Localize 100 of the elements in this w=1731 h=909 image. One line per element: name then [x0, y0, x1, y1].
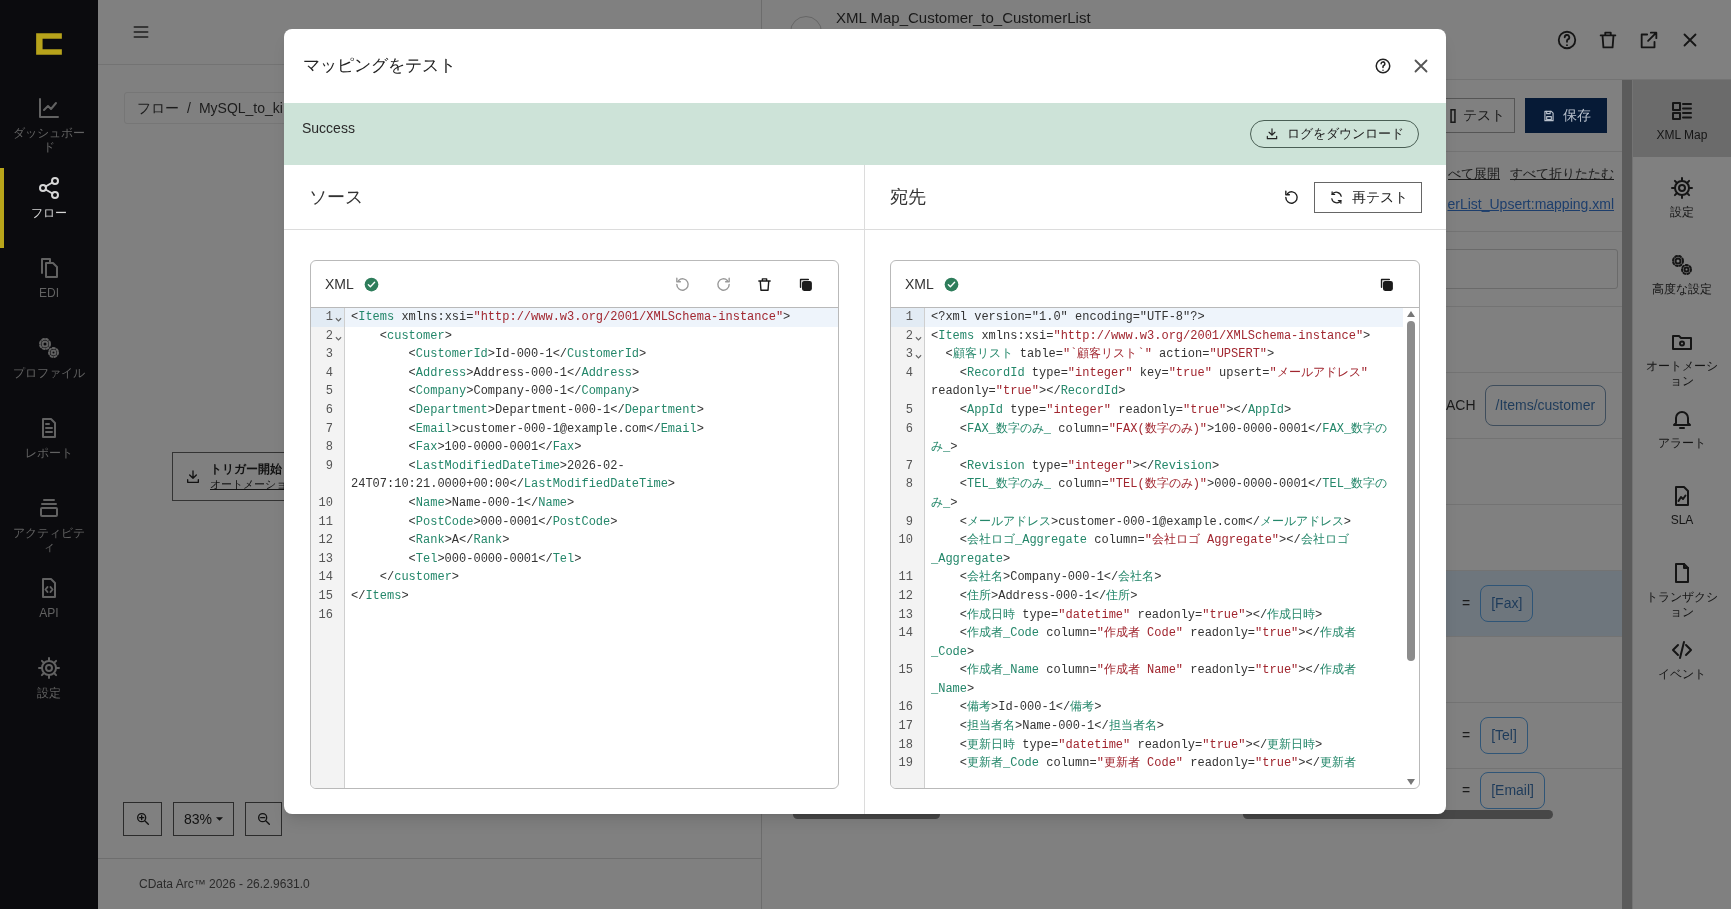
- undo-icon[interactable]: [674, 275, 691, 293]
- line-number: 4: [904, 364, 913, 382]
- panel-title: XML Map_Customer_to_CustomerList: [836, 8, 1091, 28]
- code-line: <CustomerId>Id-000-1</CustomerId>: [407, 346, 648, 364]
- retest-button[interactable]: 再テスト: [1314, 181, 1422, 213]
- zoom-out-button[interactable]: [245, 802, 282, 836]
- code-line: <Rank>A</Rank>: [407, 532, 511, 550]
- sidebar-item[interactable]: アクティビティ: [0, 488, 98, 568]
- value-chip[interactable]: [Fax]: [1480, 585, 1534, 622]
- version-text: CData Arc™ 2026 - 26.2.9631.0: [139, 876, 310, 893]
- chevron-down-icon[interactable]: [335, 317, 342, 323]
- sidebar-item[interactable]: EDI: [0, 248, 98, 328]
- path-chip[interactable]: /Items/customer: [1484, 385, 1607, 426]
- chevron-down-icon[interactable]: [915, 335, 922, 342]
- value-chip[interactable]: [Tel]: [1480, 717, 1528, 754]
- help-icon[interactable]: [1374, 57, 1392, 75]
- code-line: <LastModifiedDateTime>2026-02-24T07:10:21.0000+00:00</LastModifiedDateTime>: [350, 457, 677, 494]
- scrollbar-thumb[interactable]: [1407, 321, 1415, 661]
- sidebar-item[interactable]: ダッシュボード: [0, 88, 98, 168]
- breadcrumb-item: /: [187, 98, 191, 118]
- line-number: 18: [897, 736, 913, 754]
- text-link[interactable]: すべて折りたたむ: [1510, 164, 1614, 184]
- code-line: <Address>Address-000-1</Address>: [407, 364, 641, 382]
- save-icon: [1541, 108, 1556, 123]
- chevron-down-icon[interactable]: [335, 335, 342, 342]
- grid-list-icon: [1670, 99, 1694, 123]
- line-number: 14: [897, 625, 913, 643]
- scroll-down-icon[interactable]: [1407, 779, 1415, 785]
- zoom-in-icon: [134, 811, 151, 827]
- section-title: 宛先: [890, 185, 926, 209]
- sidebar-item[interactable]: 設定: [0, 648, 98, 728]
- settings-icon: [1670, 176, 1694, 200]
- code-icon: [1670, 638, 1694, 662]
- code-line: <会社名>Company-000-1</会社名>: [958, 569, 1163, 587]
- scroll-up-icon[interactable]: [1407, 311, 1415, 317]
- line-number: 13: [897, 606, 913, 624]
- code-line: <作成日時 type="datetime" readonly="true"></作成日時>: [958, 606, 1324, 624]
- chevron-down-icon[interactable]: [915, 354, 922, 361]
- code-line: <備考>Id-000-1</備考>: [958, 699, 1103, 717]
- redo-icon[interactable]: [715, 275, 732, 293]
- line-number: 13: [317, 550, 333, 568]
- line-number: 12: [317, 532, 333, 550]
- code-line: <PostCode>000-0001</PostCode>: [407, 513, 619, 531]
- line-number: 11: [897, 569, 913, 587]
- panel-nav-item[interactable]: XML Map: [1633, 80, 1731, 157]
- text-link[interactable]: べて展開: [1448, 164, 1500, 184]
- line-number: 1: [904, 309, 913, 326]
- value-chip[interactable]: [Email]: [1480, 772, 1545, 809]
- code-line: <Tel>000-0000-0001</Tel>: [407, 550, 583, 568]
- operator-text: =: [1462, 781, 1471, 800]
- line-number: 1: [324, 309, 333, 326]
- caret-down-icon: [216, 817, 223, 821]
- code-line: <customer>: [378, 327, 453, 345]
- line-number: 5: [324, 383, 333, 401]
- zoom-in-button[interactable]: [123, 802, 162, 836]
- code-line: <Department>Department-000-1</Department>: [407, 401, 705, 419]
- file-link[interactable]: erList_Upsert:mapping.xml: [1447, 193, 1614, 215]
- code-line: <会社ロゴ_Aggregate column="会社ロゴ Aggregate"></会社ロゴ_Aggregate>: [930, 532, 1350, 568]
- line-number: 7: [324, 420, 333, 438]
- code-line: <作成者_Name column="作成者 Name" readonly="true"></作成者_Name>: [930, 662, 1357, 698]
- sidebar-item[interactable]: プロファイル: [0, 328, 98, 408]
- download-icon: [185, 468, 201, 485]
- code-line: <更新日時 type="datetime" readonly="true"></更新日時>: [958, 736, 1324, 754]
- dialog-title: マッピングをテスト: [303, 55, 456, 78]
- stack-icon: [37, 496, 61, 520]
- line-number: 7: [904, 457, 913, 475]
- code-line: <メールアドレス>customer-000-1@example.com</メールアドレス>: [958, 513, 1353, 531]
- code-line: <顧客リスト table="`顧客リスト`" action="UPSERT">: [944, 346, 1276, 364]
- code-line: <住所>Address-000-1</住所>: [958, 587, 1139, 605]
- line-number: 10: [897, 532, 913, 550]
- sidebar-item[interactable]: レポート: [0, 408, 98, 488]
- sidebar-item[interactable]: API: [0, 568, 98, 648]
- format-label: XML: [905, 274, 934, 294]
- line-number: 9: [324, 457, 333, 475]
- vertical-scrollbar[interactable]: [1622, 80, 1632, 909]
- trash-icon[interactable]: [756, 275, 773, 293]
- reset-icon[interactable]: [1283, 188, 1300, 206]
- sidebar-item[interactable]: フロー: [0, 168, 98, 248]
- refresh-icon: [1328, 189, 1344, 205]
- save-button[interactable]: 保存: [1525, 98, 1607, 133]
- download-icon: [1265, 127, 1279, 141]
- code-line: <担当者名>Name-000-1</担当者名>: [958, 718, 1165, 736]
- zoom-select[interactable]: 83%: [173, 802, 234, 836]
- code-line: <Items xmlns:xsi="http://www.w3.org/2001/XMLSchema-instance">: [930, 327, 1372, 345]
- breadcrumb-item: MySQL_to_ki: [198, 98, 283, 118]
- gears-icon: [1670, 253, 1694, 277]
- code-line: <Revision type="integer"></Revision>: [958, 457, 1221, 475]
- line-number: 14: [317, 569, 333, 587]
- breadcrumb-link[interactable]: フロー: [137, 97, 179, 119]
- code-line: </customer>: [378, 569, 461, 587]
- settings-icon: [37, 656, 61, 680]
- node-subtitle-link[interactable]: オートメーショ: [210, 477, 287, 492]
- code-line: <Name>Name-000-1</Name>: [407, 494, 576, 512]
- line-number: 16: [317, 606, 333, 624]
- line-number: 17: [897, 718, 913, 736]
- square-icon: [1450, 108, 1456, 123]
- status-text: Success: [302, 119, 355, 138]
- operator-text: =: [1462, 594, 1471, 613]
- section-title: ソース: [309, 185, 363, 209]
- line-number: 9: [904, 513, 913, 531]
